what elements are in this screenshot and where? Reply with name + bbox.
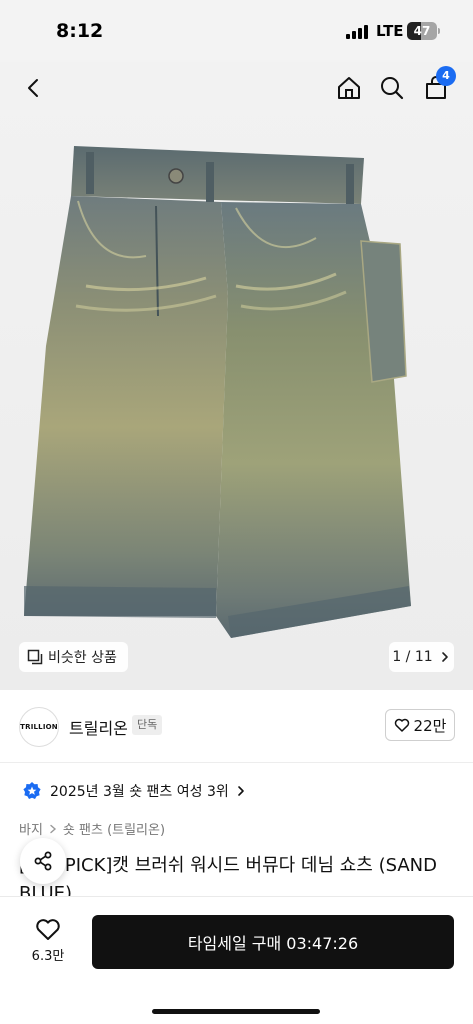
search-icon <box>381 77 404 100</box>
home-icon <box>338 77 360 99</box>
brand-like-count: 22만 <box>413 716 447 735</box>
heart-icon <box>394 718 409 732</box>
breadcrumb-subcategory[interactable]: 숏 팬츠 (트릴리온) <box>63 819 165 838</box>
battery-cap <box>438 28 440 34</box>
heart-icon <box>36 919 60 940</box>
image-page-indicator[interactable]: 1 / 11 <box>389 642 454 672</box>
bottom-purchase-bar: 6.3만 타임세일 구매 03:47:26 <box>0 896 473 1024</box>
status-time: 8:12 <box>56 20 104 42</box>
similar-products-button[interactable]: 비슷한 상품 <box>19 642 128 672</box>
exclusive-badge: 단독 <box>132 715 163 735</box>
status-bar: 8:12 LTE 47 <box>0 0 473 62</box>
product-like-count: 6.3만 <box>31 949 65 964</box>
product-image <box>24 146 411 638</box>
similar-products-label: 비슷한 상품 <box>48 650 117 666</box>
chevron-left-icon <box>28 79 38 97</box>
ranking-text: 2025년 3월 숏 팬츠 여성 3위 <box>50 784 229 800</box>
battery-level: 47 <box>413 24 431 38</box>
rank-badge-icon <box>23 782 41 799</box>
page-indicator-text: 1 / 11 <box>392 649 433 665</box>
share-icon <box>34 851 52 871</box>
breadcrumb: 바지 숏 팬츠 (트릴리온) <box>19 819 165 838</box>
battery-icon: 47 <box>407 22 437 40</box>
cart-button[interactable]: 4 <box>418 66 456 106</box>
brand-name[interactable]: 트릴리온 <box>69 715 128 739</box>
brand-logo-text: TRILLION <box>20 723 58 731</box>
brand-section: TRILLION 트릴리온 단독 22만 <box>0 690 473 762</box>
signal-icon <box>346 25 372 39</box>
divider <box>0 762 473 763</box>
ranking-link[interactable]: 2025년 3월 숏 팬츠 여성 3위 <box>22 778 247 804</box>
brand-like-button[interactable]: 22만 <box>385 709 455 741</box>
similar-items-icon <box>27 649 43 665</box>
breadcrumb-category[interactable]: 바지 <box>19 819 43 838</box>
home-indicator <box>152 1009 320 1014</box>
time-sale-buy-button[interactable]: 타임세일 구매 03:47:26 <box>92 915 454 969</box>
search-button[interactable] <box>374 70 410 106</box>
home-button[interactable] <box>331 70 367 106</box>
chevron-right-icon <box>237 786 244 796</box>
chevron-right-icon <box>50 824 56 833</box>
back-button[interactable] <box>16 70 52 106</box>
product-gallery[interactable]: 4 비슷한 상품 1 / 11 <box>0 62 473 690</box>
product-like-button[interactable]: 6.3만 <box>26 917 70 964</box>
cart-count-badge: 4 <box>436 66 456 86</box>
chevron-right-icon <box>441 652 448 662</box>
brand-logo[interactable]: TRILLION <box>19 707 59 747</box>
network-label: LTE <box>376 22 404 40</box>
share-button[interactable] <box>20 838 66 884</box>
